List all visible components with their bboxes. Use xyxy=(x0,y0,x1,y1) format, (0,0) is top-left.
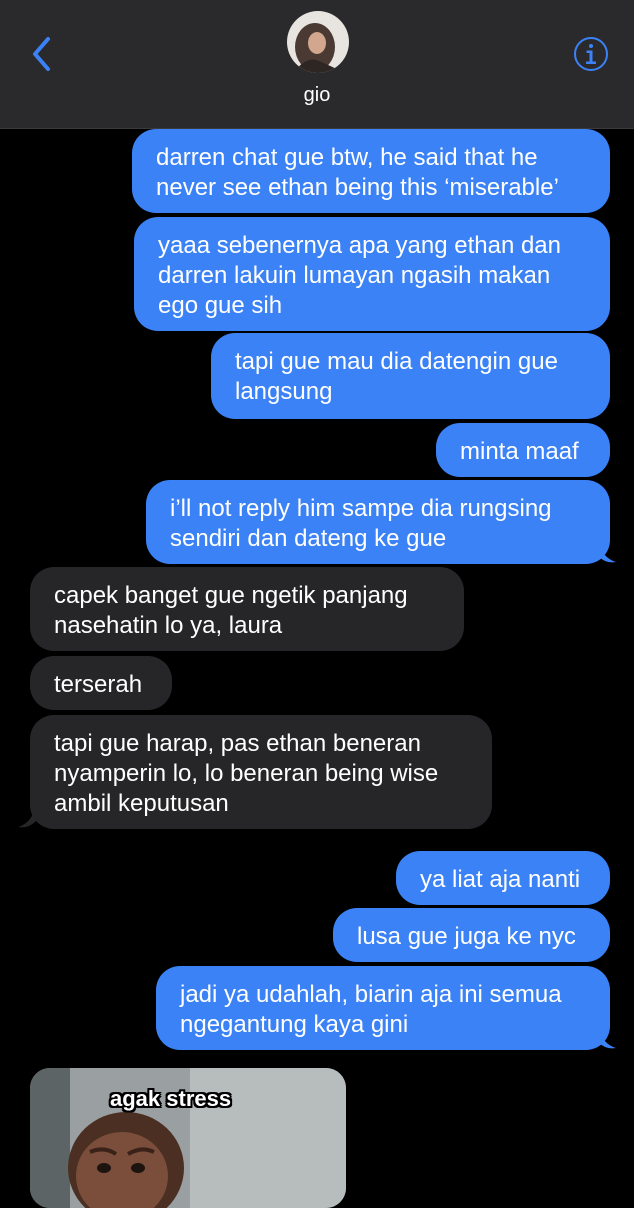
contact-name[interactable]: gio xyxy=(0,84,634,107)
message-bubble-outgoing[interactable]: minta maaf xyxy=(436,423,610,477)
message-bubble-outgoing[interactable]: lusa gue juga ke nyc xyxy=(333,908,610,962)
message-bubble-outgoing[interactable]: tapi gue mau dia datengin gue langsung xyxy=(211,333,610,419)
info-icon[interactable] xyxy=(573,36,609,72)
bubble-tail xyxy=(598,1026,616,1049)
message-bubble-incoming[interactable]: terserah xyxy=(30,656,172,710)
bubble-tail xyxy=(598,540,616,563)
message-bubble-outgoing[interactable]: ya liat aja nanti xyxy=(396,851,610,905)
back-chevron-icon[interactable] xyxy=(28,34,58,74)
avatar[interactable] xyxy=(287,11,349,73)
chat-header: gio xyxy=(0,0,634,129)
sticker-caption: agak stress xyxy=(110,1086,232,1111)
message-bubble-outgoing[interactable]: yaaa sebenernya apa yang ethan dan darre… xyxy=(134,217,610,331)
message-bubble-outgoing[interactable]: i’ll not reply him sampe dia rungsing se… xyxy=(146,480,610,564)
message-bubble-incoming[interactable]: capek banget gue ngetik panjang nasehati… xyxy=(30,567,464,651)
message-bubble-outgoing[interactable]: jadi ya udahlah, biarin aja ini semua ng… xyxy=(156,966,610,1050)
message-bubble-incoming[interactable]: tapi gue harap, pas ethan beneran nyampe… xyxy=(30,715,492,829)
bubble-tail xyxy=(18,805,36,828)
message-bubble-outgoing[interactable]: darren chat gue btw, he said that he nev… xyxy=(132,129,610,213)
sticker-image[interactable]: agak stress xyxy=(30,1068,346,1208)
